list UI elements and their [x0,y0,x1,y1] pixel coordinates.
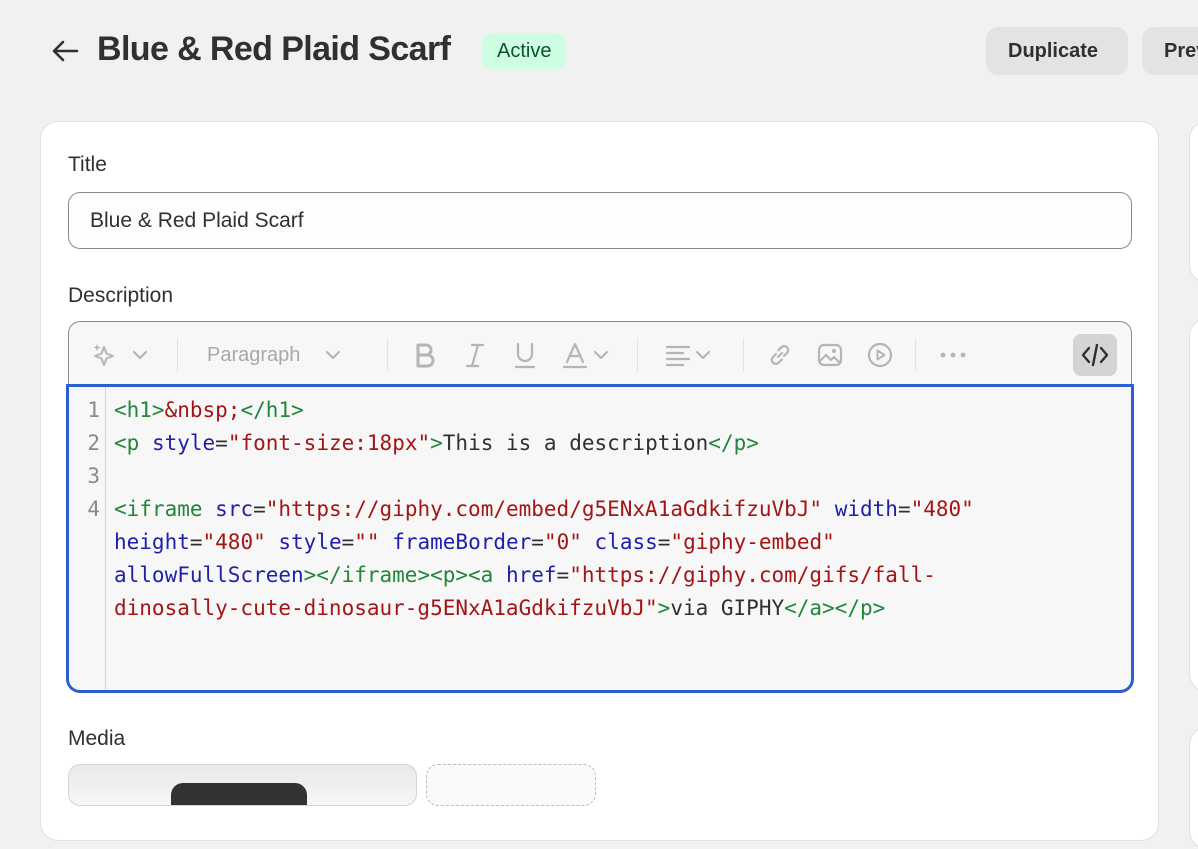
code-token: <h1> [114,398,165,422]
align-icon [665,345,691,367]
code-token: = [215,431,228,455]
status-badge: Active [482,33,567,69]
code-line-1: <h1>&nbsp;</h1> [114,394,304,427]
chevron-down-icon [132,350,148,360]
chevron-down-icon [695,350,711,360]
code-line-4-wrap-2: allowFullScreen></iframe><p><a href="htt… [114,563,936,587]
duplicate-button[interactable]: Duplicate [986,27,1128,75]
side-card-publishing [1189,318,1198,692]
page-title: Blue & Red Plaid Scarf [97,30,451,68]
text-color-icon [562,342,588,369]
code-token: </a></p> [784,596,886,620]
media-label: Media [68,727,126,750]
line-number: 3 [87,464,100,488]
magic-sparkle-icon [93,344,114,366]
toolbar-divider [177,338,178,372]
paragraph-format-label: Paragraph [207,343,301,366]
code-token: </p> [708,431,759,455]
code-token: href [505,563,557,587]
line-number: 2 [87,431,100,455]
code-line-4-wrap-1: height="480" style="" frameBorder="0" cl… [114,530,835,554]
bold-icon [416,343,435,368]
ai-generate-button[interactable] [91,339,151,371]
code-token: "https://giphy.com/embed/g5ENxA1aGdkifzu… [265,497,823,521]
insert-video-button[interactable] [865,339,895,371]
code-token: &nbsp; [164,398,241,422]
insert-link-button[interactable] [765,339,795,371]
code-token: dinosally-cute-dinosaur-g5ENxA1aGdkifzuV… [114,596,658,620]
toolbar-divider [915,338,916,372]
chevron-down-icon [326,350,341,360]
code-token: <iframe [114,497,203,521]
line-number: 1 [87,398,100,422]
code-token: "https://giphy.com/gifs/fall- [569,563,936,587]
code-line-4: <iframe src="https://giphy.com/embed/g5E… [114,497,974,521]
code-token: "font-size:18px" [227,431,431,455]
code-token: style [278,530,342,554]
image-icon [817,343,843,367]
code-token: "480" [202,530,266,554]
code-token: frameBorder [392,530,532,554]
code-token: class [594,530,658,554]
side-card-status [1189,121,1198,283]
code-token: > [657,596,671,620]
code-token: via GIPHY [670,596,785,620]
code-token: allowFullScreen [114,563,304,587]
code-token: src [215,497,254,521]
product-image-preview [171,783,307,805]
code-view-toggle[interactable] [1073,334,1117,376]
description-editor: Paragraph 1 2 3 4 <h1>&nbsp;</h1> <p sty… [66,321,1134,693]
code-token: > [430,431,443,455]
bold-button[interactable] [412,339,438,371]
underline-button[interactable] [512,339,538,371]
title-input[interactable] [68,192,1132,249]
code-token: </h1> [240,398,304,422]
description-label: Description [68,284,174,307]
editor-toolbar: Paragraph [68,321,1132,387]
media-thumbnail[interactable] [68,764,417,806]
toolbar-divider [387,338,388,372]
code-token: "0" [543,530,582,554]
code-token: style [151,431,216,455]
code-view-icon [1081,343,1109,367]
code-token: <p [114,431,140,455]
toolbar-divider [743,338,744,372]
text-color-button[interactable] [562,339,612,371]
link-icon [770,345,790,365]
italic-button[interactable] [462,339,488,371]
more-icon [940,352,966,358]
underline-icon [514,342,536,369]
toolbar-divider [637,338,638,372]
chevron-down-icon [593,350,609,360]
alignment-button[interactable] [664,339,714,371]
code-token: "480" [910,497,974,521]
media-upload-dropzone[interactable] [426,764,596,806]
code-token: "giphy-embed" [670,530,835,554]
code-token: ></iframe><p><a [303,563,494,587]
line-number-gutter: 1 2 3 4 [69,387,106,690]
html-code-editor[interactable]: 1 2 3 4 <h1>&nbsp;</h1> <p style="font-s… [66,384,1134,693]
back-button[interactable] [50,36,80,66]
code-line-4-wrap-3: dinosally-cute-dinosaur-g5ENxA1aGdkifzuV… [114,592,885,625]
video-icon [867,342,893,368]
arrow-left-icon [52,40,79,62]
preview-button[interactable]: Preview [1142,27,1198,75]
code-line-2: <p style="font-size:18px">This is a desc… [114,427,759,460]
code-token: This is a description [442,431,709,455]
code-token: "" [354,530,380,554]
code-token: height [114,530,190,554]
italic-icon [465,343,485,368]
line-number: 4 [87,497,100,521]
more-options-button[interactable] [937,339,969,371]
side-card-insights [1189,727,1198,849]
title-label: Title [68,153,107,176]
insert-image-button[interactable] [815,339,845,371]
paragraph-format-select[interactable]: Paragraph [207,339,344,371]
code-token: width [834,497,898,521]
